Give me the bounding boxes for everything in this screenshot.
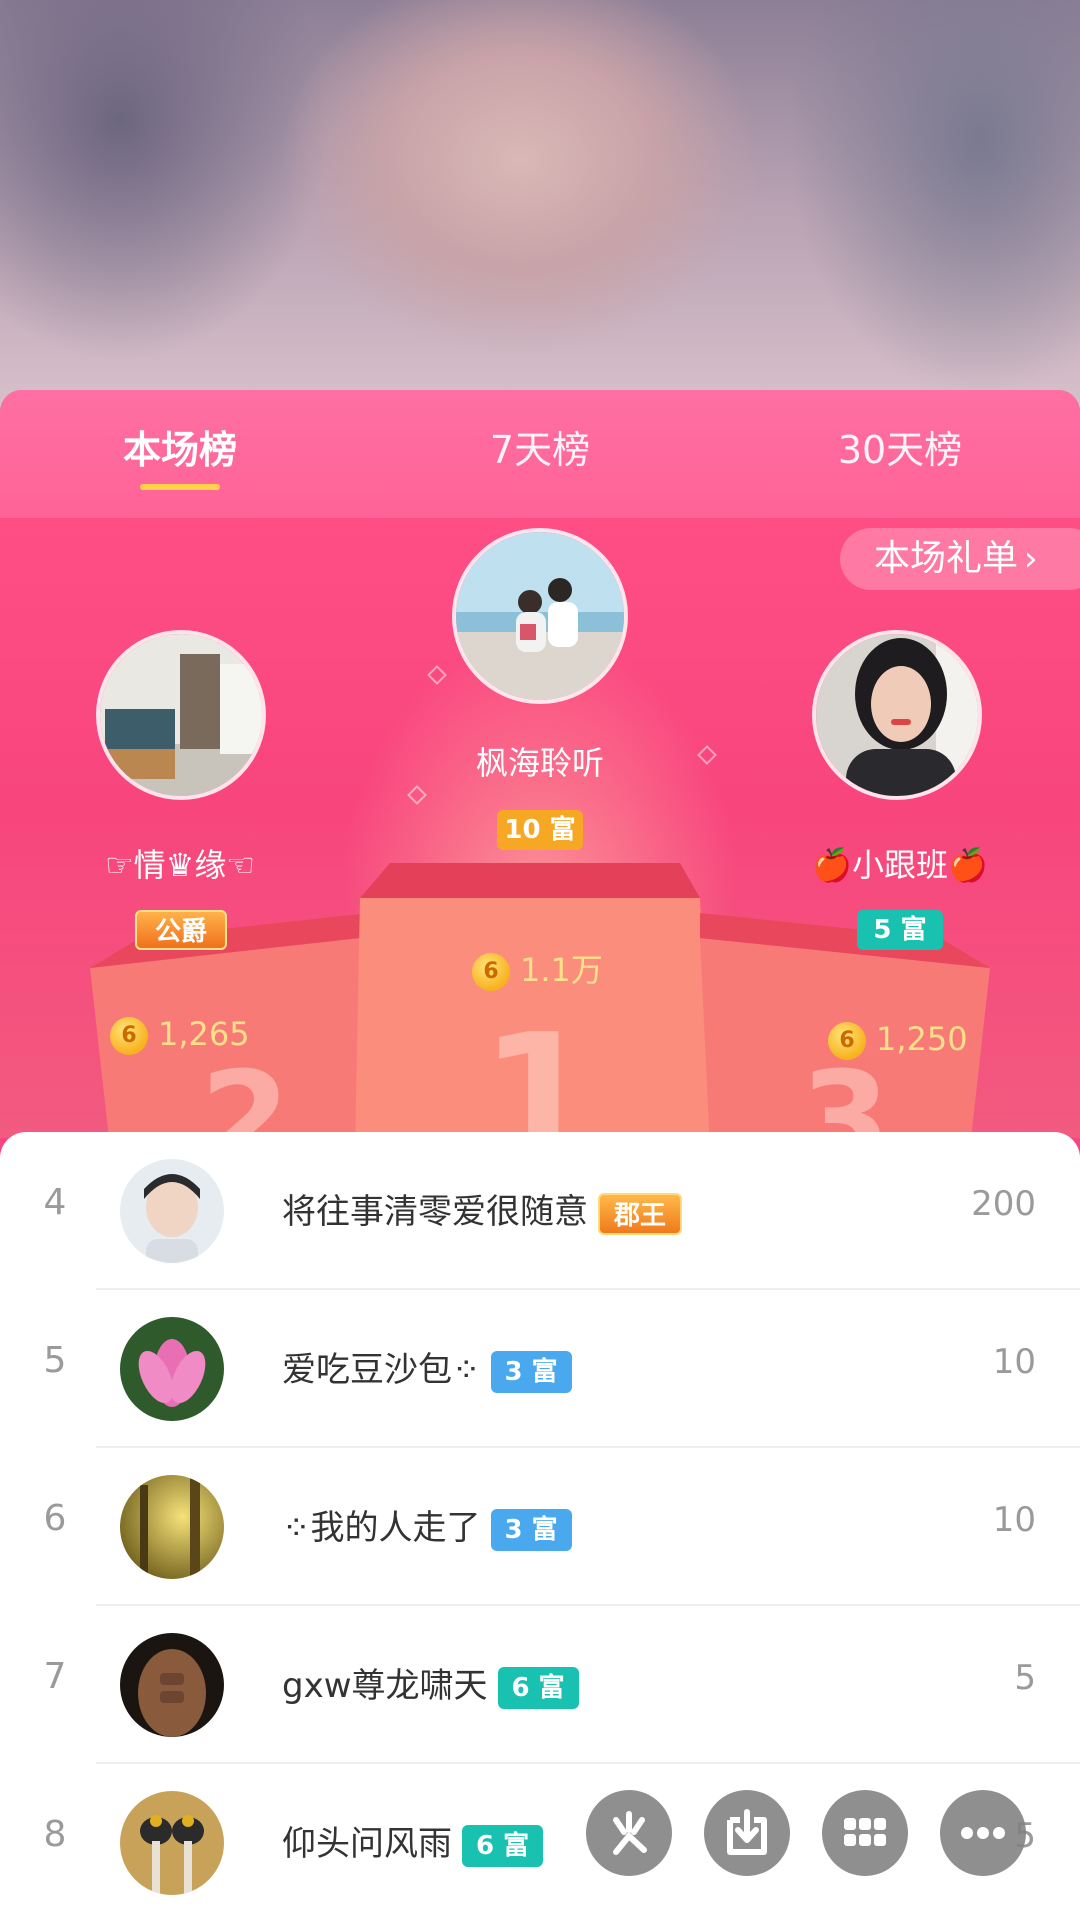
list-item[interactable]: 4 将往事清零爱很随意 郡王 200 — [0, 1132, 1080, 1290]
avatar[interactable] — [120, 1791, 224, 1895]
third-place-wealth-badge: 5 富 — [857, 910, 943, 950]
grid-icon — [844, 1818, 886, 1846]
second-place-rank-badge: 公爵 — [135, 910, 227, 950]
active-tab-indicator — [140, 484, 220, 490]
first-place-wealth-badge: 10 富 — [497, 810, 583, 850]
download-button[interactable] — [704, 1790, 790, 1876]
score: 10 — [992, 1342, 1036, 1382]
effects-button[interactable] — [586, 1790, 672, 1876]
more-button[interactable] — [940, 1790, 1026, 1876]
score: 10 — [992, 1500, 1036, 1540]
user-name: 仰头问风雨 6 富 — [282, 1816, 544, 1867]
user-name-text: 将往事清零爱很随意 — [282, 1192, 588, 1232]
second-place-avatar[interactable] — [96, 630, 266, 800]
user-name: 爱吃豆沙包⁘ 3 富 — [282, 1342, 572, 1393]
tab-30-days[interactable]: 30天榜 — [820, 420, 980, 480]
score: 200 — [971, 1184, 1036, 1224]
more-icon — [961, 1827, 1005, 1839]
coin-icon: 6 — [472, 953, 510, 991]
user-name: gxw尊龙啸天 6 富 — [282, 1658, 579, 1709]
wealth-badge: 6 富 — [497, 1666, 579, 1709]
rank-number: 6 — [43, 1498, 67, 1539]
avatar[interactable] — [120, 1159, 224, 1263]
apps-button[interactable] — [822, 1790, 908, 1876]
rank-number: 7 — [43, 1656, 67, 1697]
second-place-name: ☞情♛缘☜ — [104, 846, 256, 884]
session-gift-list-button[interactable]: 本场礼单 › — [840, 528, 1080, 590]
podium-number-1: 1 — [480, 998, 599, 1138]
wealth-badge: 6 富 — [462, 1824, 544, 1867]
list-item[interactable]: 7 gxw尊龙啸天 6 富 5 — [0, 1606, 1080, 1764]
first-place-name: 枫海聆听 — [475, 744, 604, 782]
list-item[interactable]: 6 ⁘我的人走了 3 富 10 — [0, 1448, 1080, 1606]
rank-number: 5 — [43, 1340, 67, 1381]
user-name: 将往事清零爱很随意 郡王 — [282, 1184, 683, 1235]
first-place-amount-value: 1.1万 — [520, 951, 603, 989]
score: 5 — [1014, 1658, 1036, 1698]
user-name: ⁘我的人走了 3 富 — [282, 1500, 572, 1551]
rank-number: 8 — [43, 1814, 67, 1855]
gift-list-label: 本场礼单 — [874, 538, 1019, 579]
download-icon — [727, 1809, 767, 1855]
user-name-text: gxw尊龙啸天 — [282, 1666, 488, 1706]
background-video-frame — [0, 0, 1080, 420]
wealth-badge: 3 富 — [490, 1508, 572, 1551]
sparkle-icon — [613, 1811, 647, 1855]
coin-icon: 6 — [828, 1022, 866, 1060]
coin-icon: 6 — [110, 1017, 148, 1055]
podium-number-2: 2 — [200, 1043, 291, 1138]
rank-title-badge: 郡王 — [598, 1192, 683, 1235]
second-place-amount: 6 1,265 — [110, 1015, 250, 1055]
third-place-name: 🍎小跟班🍎 — [812, 846, 988, 884]
rank-number: 4 — [43, 1182, 67, 1223]
list-item[interactable]: 8 仰头问风雨6 富 5 — [0, 1764, 1080, 1920]
first-place-avatar[interactable] — [452, 528, 628, 704]
ranking-tabs: 本场榜 7天榜 30天榜 — [0, 390, 1080, 518]
third-place-amount-value: 1,250 — [876, 1020, 968, 1058]
avatar[interactable] — [120, 1633, 224, 1737]
first-place-amount: 6 1.1万 — [472, 945, 603, 991]
second-place-amount-value: 1,265 — [158, 1015, 250, 1053]
ranking-list: 4 将往事清零爱很随意 郡王 200 5 爱吃豆沙包⁘ 3 富 10 6 ⁘我的人走… — [0, 1132, 1080, 1920]
wealth-badge: 3 富 — [490, 1350, 572, 1393]
user-name-text: ⁘我的人走了 — [282, 1508, 481, 1548]
user-name-text: 仰头问风雨 — [282, 1824, 452, 1864]
avatar[interactable] — [120, 1317, 224, 1421]
user-name-text: 爱吃豆沙包⁘ — [282, 1350, 481, 1390]
ranking-panel: 本场榜 7天榜 30天榜 本场礼单 › 1 2 3 枫海聆听 10 富 6 1.… — [0, 390, 1080, 1920]
avatar[interactable] — [120, 1475, 224, 1579]
list-item[interactable]: 5 爱吃豆沙包⁘ 3 富 10 — [0, 1290, 1080, 1448]
third-place-amount: 6 1,250 — [828, 1020, 968, 1060]
podium: 本场礼单 › 1 2 3 枫海聆听 10 富 6 1.1万 ☞情♛缘☜ 公爵 6… — [0, 518, 1080, 1138]
tab-7-days[interactable]: 7天榜 — [460, 420, 620, 480]
third-place-avatar[interactable] — [812, 630, 982, 800]
chevron-right-icon: › — [1024, 539, 1038, 579]
tab-this-session[interactable]: 本场榜 — [100, 420, 260, 480]
